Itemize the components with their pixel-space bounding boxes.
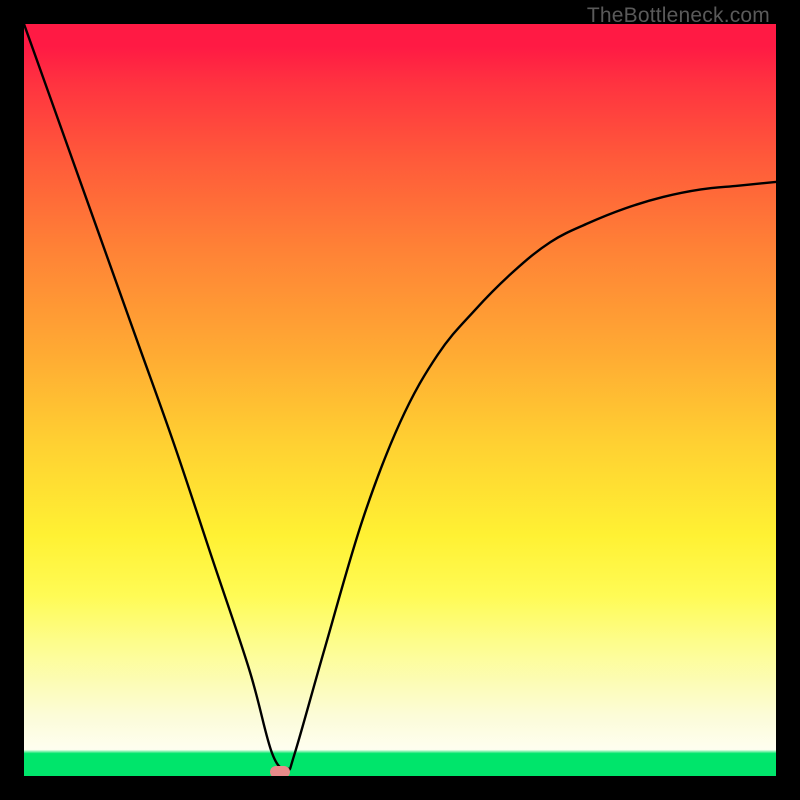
minimum-marker	[270, 766, 290, 776]
chart-plot-area	[24, 24, 776, 776]
watermark-text: TheBottleneck.com	[587, 4, 770, 28]
bottleneck-curve	[24, 24, 776, 776]
